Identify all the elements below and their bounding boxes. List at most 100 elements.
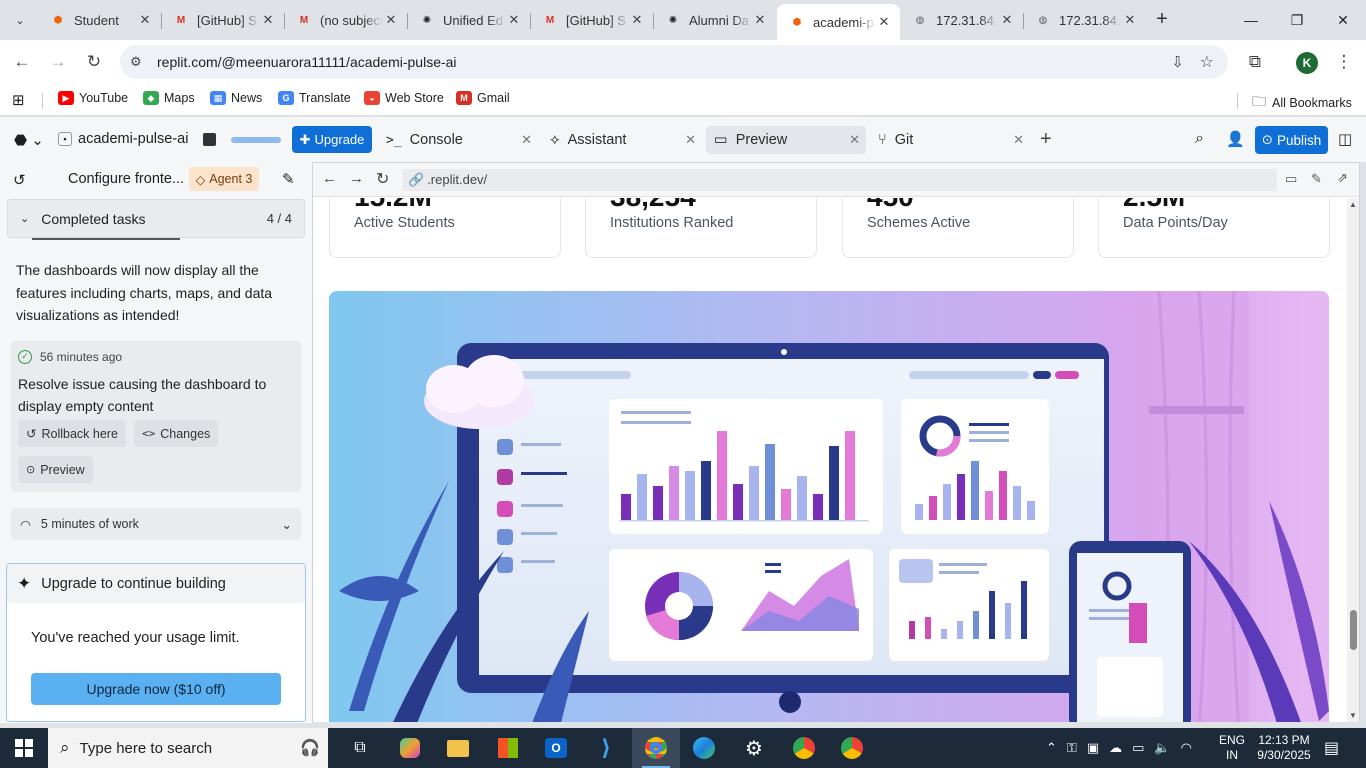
preview-button[interactable]: ⊙ Preview	[18, 456, 93, 483]
bookmark-maps[interactable]: ◆ Maps	[143, 91, 195, 105]
close-icon[interactable]: ✕	[849, 132, 860, 148]
new-chat-icon[interactable]: ✎	[282, 170, 295, 188]
rollback-button[interactable]: ↺ Rollback here	[18, 420, 126, 447]
tab-ip-2[interactable]: ◍ 172.31.84. ✕	[1023, 4, 1146, 36]
store-icon[interactable]	[484, 728, 532, 768]
changes-button[interactable]: <> Changes	[134, 420, 219, 447]
tab-ip-1[interactable]: ◍ 172.31.84. ✕	[900, 4, 1023, 36]
chrome-menu-icon[interactable]: ⋮	[1330, 48, 1358, 76]
apps-grid-icon[interactable]: ⊞	[12, 91, 25, 109]
task-view-icon[interactable]: ⧉	[336, 728, 384, 768]
tab-no-subject[interactable]: M (no subject ✕	[284, 4, 407, 36]
tab-preview[interactable]: ▭ Preview ✕	[706, 126, 866, 154]
close-icon[interactable]: ✕	[260, 12, 276, 28]
scroll-up-icon[interactable]: ▲	[1349, 200, 1357, 209]
tab-student[interactable]: ⬢ Student ✕	[38, 4, 161, 36]
extensions-icon[interactable]: ⧉	[1241, 48, 1269, 76]
tab-git[interactable]: ⑂ Git ✕	[870, 126, 1030, 154]
all-bookmarks[interactable]: 🗀 All Bookmarks	[1252, 91, 1352, 115]
upgrade-now-button[interactable]: Upgrade now ($10 off)	[31, 673, 281, 705]
preview-scrollbar[interactable]: ▲ ▼	[1347, 198, 1359, 722]
chrome-profile-icon[interactable]	[780, 728, 828, 768]
forward-button[interactable]: →	[44, 48, 72, 76]
refresh-icon[interactable]: ↻	[376, 169, 389, 189]
language-indicator[interactable]: ENG IN	[1219, 728, 1245, 768]
preview-url-bar[interactable]: 🔗 .replit.dev/	[402, 169, 1277, 191]
history-icon[interactable]: ↺	[13, 171, 26, 189]
devtools-icon[interactable]: ✎	[1311, 171, 1322, 187]
stop-icon[interactable]	[203, 133, 216, 146]
battery-icon[interactable]: ▭	[1132, 740, 1144, 756]
close-icon[interactable]: ✕	[685, 132, 696, 148]
tab-academi-active[interactable]: ⬢ academi-p ✕	[777, 4, 900, 40]
close-icon[interactable]: ✕	[876, 14, 892, 30]
volume-icon[interactable]: 🔈	[1154, 740, 1170, 756]
chevron-up-icon[interactable]: ⌃	[1046, 740, 1057, 756]
site-info-icon[interactable]: ⚙	[130, 54, 142, 70]
windows-start-icon[interactable]	[0, 728, 48, 768]
back-icon[interactable]: ←	[322, 170, 337, 187]
profile-avatar[interactable]: K	[1296, 52, 1318, 74]
chrome-profile-2-icon[interactable]	[828, 728, 876, 768]
repl-name[interactable]: ▪ academi-pulse-ai	[58, 131, 188, 147]
add-tab-button[interactable]: +	[1040, 128, 1052, 151]
meet-now-icon[interactable]: ▣	[1087, 740, 1099, 756]
file-explorer-icon[interactable]	[434, 728, 482, 768]
close-window-button[interactable]: ✕	[1320, 0, 1366, 40]
bookmark-youtube[interactable]: ▶ YouTube	[58, 91, 128, 105]
wifi-icon[interactable]: ◠	[1181, 740, 1192, 756]
bookmark-news[interactable]: ▦ News	[210, 91, 262, 105]
url-text[interactable]: replit.com/@meenuarora11111/academi-puls…	[157, 54, 457, 70]
close-icon[interactable]: ✕	[521, 132, 532, 148]
agent-badge[interactable]: ◇ Agent 3	[189, 167, 259, 191]
clock[interactable]: 12:13 PM 9/30/2025	[1256, 728, 1312, 768]
new-tab-button[interactable]: +	[1150, 8, 1174, 32]
close-icon[interactable]: ✕	[629, 12, 645, 28]
tab-github-2[interactable]: M [GitHub] S ✕	[530, 4, 653, 36]
close-icon[interactable]: ✕	[999, 12, 1015, 28]
scroll-thumb[interactable]	[1350, 610, 1357, 650]
scroll-down-icon[interactable]: ▼	[1349, 711, 1357, 720]
tab-unified-ed[interactable]: ✺ Unified Ed ✕	[407, 4, 530, 36]
thread-title[interactable]: Configure fronte...	[68, 171, 184, 187]
tab-console[interactable]: >_ Console ✕	[378, 126, 538, 154]
work-summary[interactable]: ◠ 5 minutes of work ⌄	[10, 508, 302, 540]
tab-search-chevron-icon[interactable]: ⌄	[8, 8, 32, 32]
layout-toggle-icon[interactable]: ◫	[1338, 130, 1352, 148]
upgrade-button[interactable]: ✚ Upgrade	[292, 126, 372, 153]
forward-icon[interactable]: →	[349, 170, 364, 187]
ime-icon[interactable]: ⚿	[1067, 740, 1077, 756]
search-icon[interactable]: ⌕	[1195, 130, 1204, 148]
completed-tasks[interactable]: ⌄ Completed tasks 4 / 4	[7, 199, 305, 238]
close-icon[interactable]: ✕	[752, 12, 768, 28]
bookmark-translate[interactable]: G Translate	[278, 91, 351, 105]
close-icon[interactable]: ✕	[137, 12, 153, 28]
open-new-tab-icon[interactable]: ⇗	[1337, 170, 1348, 186]
tab-assistant[interactable]: ⟡ Assistant ✕	[542, 126, 702, 154]
install-app-icon[interactable]: ⇩	[1171, 53, 1184, 71]
outlook-icon[interactable]: O	[532, 728, 580, 768]
tab-github-1[interactable]: M [GitHub] S ✕	[161, 4, 284, 36]
restore-button[interactable]: ❐	[1274, 0, 1320, 40]
bookmark-gmail[interactable]: M Gmail	[456, 91, 510, 105]
bookmark-web-store[interactable]: ◒ Web Store	[364, 91, 444, 105]
chrome-icon[interactable]	[632, 728, 680, 768]
tab-alumni[interactable]: ✺ Alumni Da ✕	[653, 4, 776, 36]
vscode-icon[interactable]: ⟩	[582, 728, 630, 768]
devices-icon[interactable]: ▭	[1285, 171, 1297, 187]
address-bar[interactable]: ⚙ replit.com/@meenuarora11111/academi-pu…	[120, 45, 1228, 79]
edge-icon[interactable]	[680, 728, 728, 768]
close-icon[interactable]: ✕	[1122, 12, 1138, 28]
close-icon[interactable]: ✕	[383, 12, 399, 28]
settings-gear-icon[interactable]: ⚙	[730, 728, 778, 768]
copilot-app-icon[interactable]	[386, 728, 434, 768]
minimize-button[interactable]: —	[1228, 0, 1274, 40]
onedrive-icon[interactable]: ☁	[1109, 740, 1122, 756]
replit-menu-icon[interactable]: ⬣ ⌄	[14, 131, 44, 149]
close-icon[interactable]: ✕	[506, 12, 522, 28]
publish-button[interactable]: ⊙ Publish	[1255, 126, 1328, 154]
notifications-icon[interactable]: ▤	[1324, 728, 1339, 768]
taskbar-search[interactable]: ⌕ Type here to search 🎧	[48, 728, 328, 768]
invite-user-icon[interactable]: 👤	[1226, 130, 1245, 148]
back-button[interactable]: ←	[8, 48, 36, 76]
